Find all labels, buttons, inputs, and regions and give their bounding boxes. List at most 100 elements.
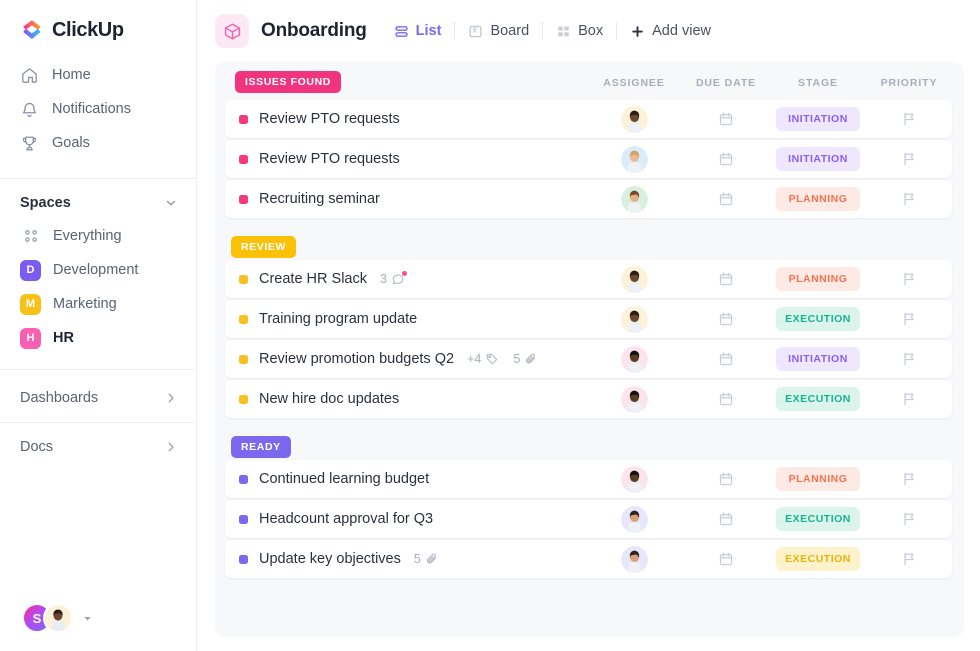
sidebar-item-dashboards[interactable]: Dashboards bbox=[0, 378, 196, 418]
table-row[interactable]: Update key objectives 5 EXECUTION bbox=[225, 540, 952, 578]
tab-box[interactable]: Box bbox=[543, 17, 616, 45]
assignee-cell[interactable] bbox=[586, 305, 682, 333]
group-badge[interactable]: REVIEW bbox=[231, 236, 297, 258]
priority-flag-icon[interactable] bbox=[901, 511, 917, 527]
priority-flag-icon[interactable] bbox=[901, 111, 917, 127]
home-icon bbox=[20, 66, 39, 85]
assignee-cell[interactable] bbox=[586, 345, 682, 373]
group-badge[interactable]: ISSUES FOUND bbox=[235, 71, 341, 93]
assignee-cell[interactable] bbox=[586, 505, 682, 533]
due-date-cell[interactable] bbox=[682, 391, 770, 407]
priority-flag-icon[interactable] bbox=[901, 351, 917, 367]
priority-flag-icon[interactable] bbox=[901, 471, 917, 487]
tab-board[interactable]: Board bbox=[455, 17, 542, 45]
sidebar-item-notifications[interactable]: Notifications bbox=[0, 92, 196, 126]
calendar-icon[interactable] bbox=[718, 271, 734, 287]
assignee-cell[interactable] bbox=[586, 265, 682, 293]
sidebar-item-home[interactable]: Home bbox=[0, 58, 196, 92]
table-row[interactable]: Recruiting seminar PLANNING bbox=[225, 180, 952, 218]
tag-count[interactable]: +4 bbox=[467, 352, 499, 366]
stage-cell[interactable]: PLANNING bbox=[770, 267, 866, 291]
priority-cell[interactable] bbox=[866, 311, 952, 327]
table-row[interactable]: New hire doc updates EXECUTION bbox=[225, 380, 952, 418]
spaces-section-header[interactable]: Spaces bbox=[0, 187, 196, 219]
attachment-count[interactable]: 5 bbox=[414, 552, 439, 566]
table-row[interactable]: Review PTO requests INITIATION bbox=[225, 140, 952, 178]
assignee-cell[interactable] bbox=[586, 185, 682, 213]
priority-cell[interactable] bbox=[866, 471, 952, 487]
priority-flag-icon[interactable] bbox=[901, 151, 917, 167]
stage-cell[interactable]: INITIATION bbox=[770, 147, 866, 171]
priority-flag-icon[interactable] bbox=[901, 551, 917, 567]
sidebar-item-docs[interactable]: Docs bbox=[0, 427, 196, 467]
app-logo[interactable]: ClickUp bbox=[0, 0, 196, 56]
priority-flag-icon[interactable] bbox=[901, 391, 917, 407]
stage-cell[interactable]: EXECUTION bbox=[770, 547, 866, 571]
stage-cell[interactable]: INITIATION bbox=[770, 347, 866, 371]
calendar-icon[interactable] bbox=[718, 151, 734, 167]
due-date-cell[interactable] bbox=[682, 111, 770, 127]
chevron-down-icon[interactable] bbox=[82, 613, 93, 624]
calendar-icon[interactable] bbox=[718, 471, 734, 487]
due-date-cell[interactable] bbox=[682, 271, 770, 287]
priority-cell[interactable] bbox=[866, 511, 952, 527]
stage-cell[interactable]: EXECUTION bbox=[770, 507, 866, 531]
add-view-button[interactable]: Add view bbox=[617, 17, 724, 45]
table-row[interactable]: Review PTO requests INITIATION bbox=[225, 100, 952, 138]
stage-cell[interactable]: PLANNING bbox=[770, 467, 866, 491]
attachment-count[interactable]: 5 bbox=[513, 352, 538, 366]
priority-cell[interactable] bbox=[866, 351, 952, 367]
avatar-stack[interactable]: S bbox=[22, 603, 73, 633]
due-date-cell[interactable] bbox=[682, 151, 770, 167]
calendar-icon[interactable] bbox=[718, 511, 734, 527]
assignee-cell[interactable] bbox=[586, 385, 682, 413]
assignee-cell[interactable] bbox=[586, 465, 682, 493]
table-row[interactable]: Headcount approval for Q3 EXECUTION bbox=[225, 500, 952, 538]
priority-cell[interactable] bbox=[866, 391, 952, 407]
stage-cell[interactable]: EXECUTION bbox=[770, 387, 866, 411]
table-row[interactable]: Training program update EXECUTION bbox=[225, 300, 952, 338]
assignee-cell[interactable] bbox=[586, 145, 682, 173]
due-date-cell[interactable] bbox=[682, 471, 770, 487]
assignee-cell[interactable] bbox=[586, 105, 682, 133]
stage-cell[interactable]: INITIATION bbox=[770, 107, 866, 131]
priority-flag-icon[interactable] bbox=[901, 271, 917, 287]
due-date-cell[interactable] bbox=[682, 351, 770, 367]
chevron-right-icon bbox=[164, 440, 178, 454]
table-row[interactable]: Review promotion budgets Q2 +4 5 INITIAT… bbox=[225, 340, 952, 378]
sidebar-item-development[interactable]: D Development bbox=[0, 253, 196, 287]
comment-count[interactable]: 3 bbox=[380, 271, 407, 286]
priority-cell[interactable] bbox=[866, 551, 952, 567]
task-rows: Continued learning budget PLANNING Headc… bbox=[225, 460, 952, 578]
priority-flag-icon[interactable] bbox=[901, 191, 917, 207]
calendar-icon[interactable] bbox=[718, 111, 734, 127]
sidebar-item-marketing[interactable]: M Marketing bbox=[0, 287, 196, 321]
tab-list[interactable]: List bbox=[381, 17, 455, 45]
calendar-icon[interactable] bbox=[718, 351, 734, 367]
due-date-cell[interactable] bbox=[682, 191, 770, 207]
sidebar-item-goals[interactable]: Goals bbox=[0, 126, 196, 160]
due-date-cell[interactable] bbox=[682, 311, 770, 327]
priority-cell[interactable] bbox=[866, 271, 952, 287]
user-avatar[interactable] bbox=[43, 603, 73, 633]
sidebar-item-everything[interactable]: Everything bbox=[0, 219, 196, 253]
due-date-cell[interactable] bbox=[682, 511, 770, 527]
calendar-icon[interactable] bbox=[718, 191, 734, 207]
assignee-cell[interactable] bbox=[586, 545, 682, 573]
table-row[interactable]: Continued learning budget PLANNING bbox=[225, 460, 952, 498]
stage-cell[interactable]: PLANNING bbox=[770, 187, 866, 211]
due-date-cell[interactable] bbox=[682, 551, 770, 567]
table-row[interactable]: Create HR Slack 3 PLANNING bbox=[225, 260, 952, 298]
chevron-down-icon[interactable] bbox=[164, 196, 178, 210]
sidebar-item-hr[interactable]: H HR bbox=[0, 321, 196, 355]
calendar-icon[interactable] bbox=[718, 551, 734, 567]
group-badge[interactable]: READY bbox=[231, 436, 291, 458]
calendar-icon[interactable] bbox=[718, 391, 734, 407]
priority-cell[interactable] bbox=[866, 151, 952, 167]
sidebar: ClickUp Home Notifications Goals Spaces … bbox=[0, 0, 197, 651]
priority-flag-icon[interactable] bbox=[901, 311, 917, 327]
priority-cell[interactable] bbox=[866, 191, 952, 207]
calendar-icon[interactable] bbox=[718, 311, 734, 327]
stage-cell[interactable]: EXECUTION bbox=[770, 307, 866, 331]
priority-cell[interactable] bbox=[866, 111, 952, 127]
